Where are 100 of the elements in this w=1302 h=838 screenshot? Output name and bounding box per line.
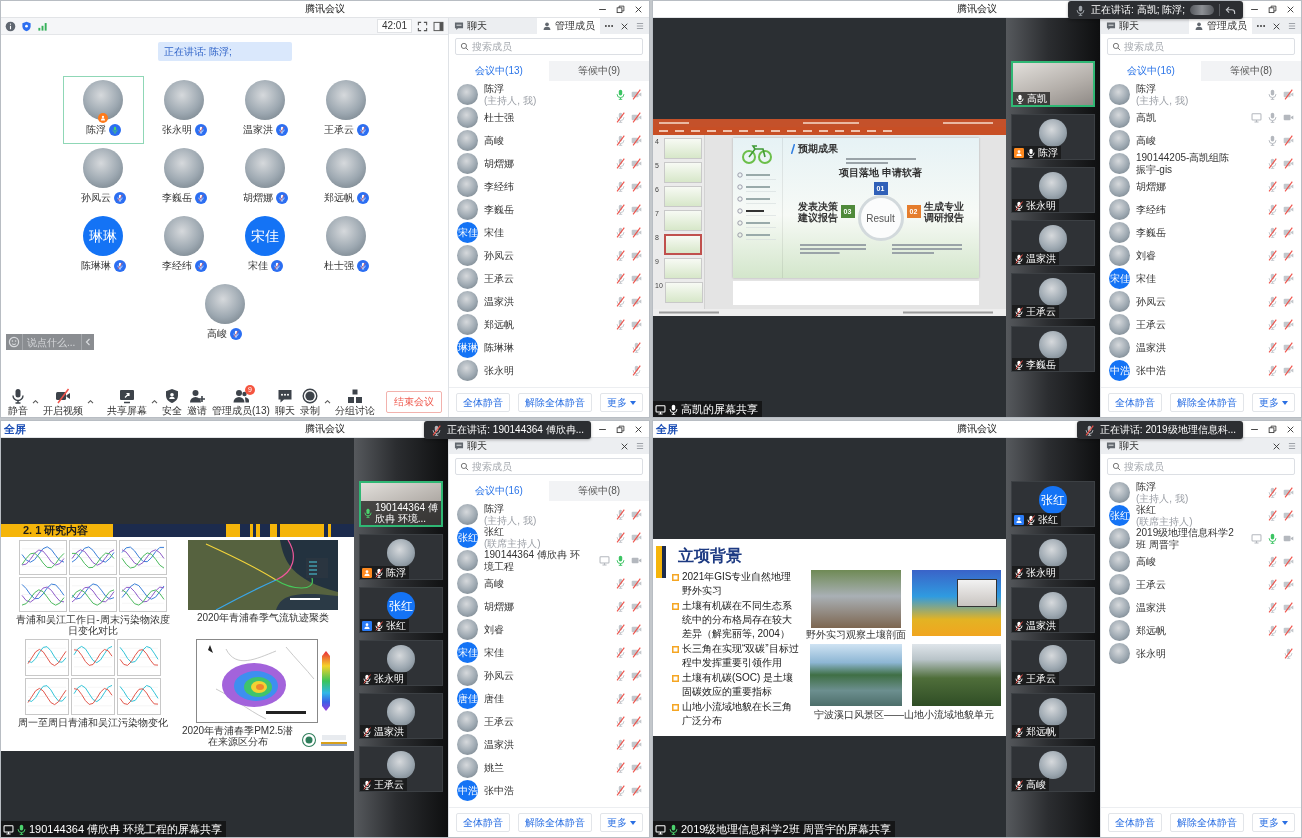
- camera-off-icon[interactable]: [631, 296, 642, 307]
- mic-muted-icon[interactable]: [1267, 342, 1278, 353]
- mic-muted-icon[interactable]: [615, 601, 626, 612]
- slide-thumbnail[interactable]: [664, 234, 702, 255]
- panel-button[interactable]: 更多: [599, 393, 643, 412]
- mic-muted-icon[interactable]: [1267, 319, 1278, 330]
- search-field[interactable]: 搜索成员: [1107, 38, 1295, 55]
- caret-up-icon[interactable]: [32, 399, 39, 404]
- camera-off-icon[interactable]: [631, 762, 642, 773]
- mic-icon[interactable]: [1267, 135, 1278, 146]
- panel-button[interactable]: 解除全体静音: [1169, 813, 1244, 832]
- camera-off-icon[interactable]: [631, 158, 642, 169]
- camera-off-icon[interactable]: [631, 204, 642, 215]
- camera-off-icon[interactable]: [1283, 342, 1294, 353]
- restore-icon[interactable]: [1268, 424, 1277, 434]
- mic-muted-icon[interactable]: [615, 273, 626, 284]
- mic-icon[interactable]: [1267, 112, 1278, 123]
- close-icon[interactable]: [634, 424, 643, 434]
- camera-off-icon[interactable]: [1283, 135, 1294, 146]
- camera-off-icon[interactable]: [631, 181, 642, 192]
- camera-icon[interactable]: [1283, 112, 1294, 123]
- mic-muted-icon[interactable]: [615, 670, 626, 681]
- mic-muted-icon[interactable]: [1267, 227, 1278, 238]
- video-button[interactable]: 开启视频: [42, 387, 84, 416]
- close-icon[interactable]: [1286, 424, 1295, 434]
- camera-off-icon[interactable]: [631, 227, 642, 238]
- mic-muted-icon[interactable]: [615, 112, 626, 123]
- mic-icon[interactable]: [1267, 89, 1278, 100]
- camera-off-icon[interactable]: [1283, 296, 1294, 307]
- fullscreen-icon[interactable]: [417, 20, 428, 32]
- menu-icon[interactable]: [1287, 21, 1297, 31]
- restore-icon[interactable]: [616, 424, 625, 434]
- panel-tab[interactable]: 管理成员: [1189, 18, 1252, 34]
- camera-off-icon[interactable]: [631, 532, 642, 543]
- camera-off-icon[interactable]: [1283, 365, 1294, 376]
- camera-off-icon[interactable]: [631, 716, 642, 727]
- camera-off-icon[interactable]: [1283, 579, 1294, 590]
- mic-muted-icon[interactable]: [631, 342, 642, 353]
- mic-muted-icon[interactable]: [1283, 648, 1294, 659]
- panel-button[interactable]: 全体静音: [455, 393, 510, 412]
- mic-muted-icon[interactable]: [615, 319, 626, 330]
- list-tab[interactable]: 等候中(8): [549, 481, 649, 501]
- slide-thumbnail[interactable]: [664, 186, 702, 207]
- camera-off-icon[interactable]: [631, 785, 642, 796]
- camera-off-icon[interactable]: [631, 319, 642, 330]
- breakout-button[interactable]: 分组讨论: [333, 387, 376, 416]
- reply-arrow-icon[interactable]: [1225, 4, 1236, 16]
- camera-off-icon[interactable]: [631, 273, 642, 284]
- mic-muted-icon[interactable]: [615, 578, 626, 589]
- close-icon[interactable]: [1272, 441, 1281, 451]
- camera-off-icon[interactable]: [631, 135, 642, 146]
- mic-muted-icon[interactable]: [615, 785, 626, 796]
- panel-button[interactable]: 解除全体静音: [517, 393, 592, 412]
- camera-off-icon[interactable]: [1283, 204, 1294, 215]
- camera-off-icon[interactable]: [631, 509, 642, 520]
- camera-off-icon[interactable]: [1283, 158, 1294, 169]
- mic-muted-icon[interactable]: [615, 181, 626, 192]
- mic-muted-icon[interactable]: [615, 227, 626, 238]
- mic-muted-icon[interactable]: [615, 716, 626, 727]
- panel-tab[interactable]: 聊天: [449, 18, 492, 34]
- chat-button[interactable]: 聊天: [273, 387, 296, 416]
- mic-muted-icon[interactable]: [615, 250, 626, 261]
- panel-button[interactable]: 解除全体静音: [1169, 393, 1244, 412]
- panel-button[interactable]: 更多: [1251, 813, 1295, 832]
- mic-muted-icon[interactable]: [1267, 181, 1278, 192]
- camera-off-icon[interactable]: [1283, 273, 1294, 284]
- mic-muted-icon[interactable]: [615, 532, 626, 543]
- mic-muted-icon[interactable]: [1267, 158, 1278, 169]
- security-button[interactable]: 安全: [161, 387, 183, 416]
- end-meeting-button[interactable]: 结束会议: [386, 390, 442, 413]
- camera-off-icon[interactable]: [1283, 487, 1294, 498]
- camera-off-icon[interactable]: [631, 670, 642, 681]
- slide-thumbnail[interactable]: [664, 138, 702, 159]
- fullscreen-button[interactable]: 全屏: [4, 422, 26, 436]
- search-field[interactable]: 搜索成员: [1107, 458, 1295, 475]
- mic-muted-icon[interactable]: [1267, 556, 1278, 567]
- close-icon[interactable]: [620, 441, 629, 451]
- slide-thumbnail[interactable]: [664, 210, 702, 231]
- mic-muted-icon[interactable]: [615, 762, 626, 773]
- camera-off-icon[interactable]: [1283, 250, 1294, 261]
- mic-muted-icon[interactable]: [615, 135, 626, 146]
- camera-off-icon[interactable]: [631, 739, 642, 750]
- mic-muted-icon[interactable]: [615, 739, 626, 750]
- camera-off-icon[interactable]: [631, 112, 642, 123]
- menu-icon[interactable]: [635, 441, 645, 451]
- camera-off-icon[interactable]: [631, 693, 642, 704]
- panel-button[interactable]: 全体静音: [455, 813, 510, 832]
- sidebar-icon[interactable]: [433, 20, 444, 32]
- mic-muted-icon[interactable]: [615, 204, 626, 215]
- mic-muted-icon[interactable]: [615, 158, 626, 169]
- mic-muted-icon[interactable]: [1267, 273, 1278, 284]
- camera-off-icon[interactable]: [1283, 625, 1294, 636]
- camera-off-icon[interactable]: [631, 624, 642, 635]
- mic-muted-icon[interactable]: [615, 296, 626, 307]
- camera-off-icon[interactable]: [631, 250, 642, 261]
- search-field[interactable]: 搜索成员: [455, 38, 643, 55]
- caret-up-icon[interactable]: [87, 399, 94, 404]
- mic-muted-icon[interactable]: [631, 365, 642, 376]
- panel-button[interactable]: 全体静音: [1107, 813, 1162, 832]
- mic-icon[interactable]: [615, 555, 626, 566]
